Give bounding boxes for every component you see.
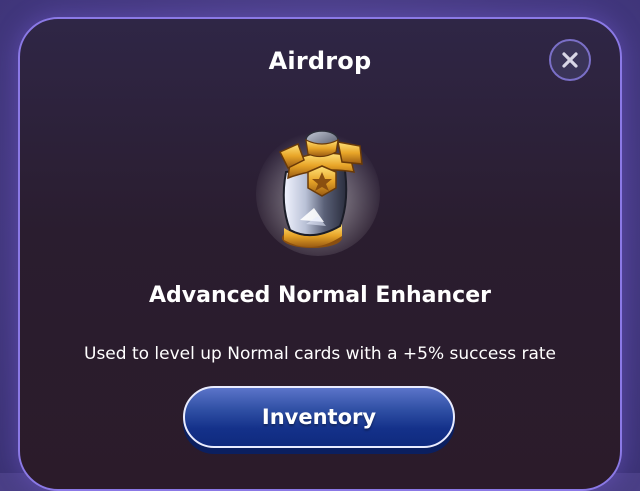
item-name: Advanced Normal Enhancer [148,283,491,308]
item-description: Used to level up Normal cards with a +5%… [84,344,556,364]
enhancer-icon [256,130,380,256]
close-button[interactable] [549,39,591,81]
inventory-button[interactable]: Inventory [183,386,455,448]
modal-title: Airdrop [268,47,372,75]
close-icon [562,52,578,68]
airdrop-modal: Airdrop Advanced Normal Enhancer Used to… [18,17,622,491]
inventory-button-label: Inventory [261,405,377,429]
